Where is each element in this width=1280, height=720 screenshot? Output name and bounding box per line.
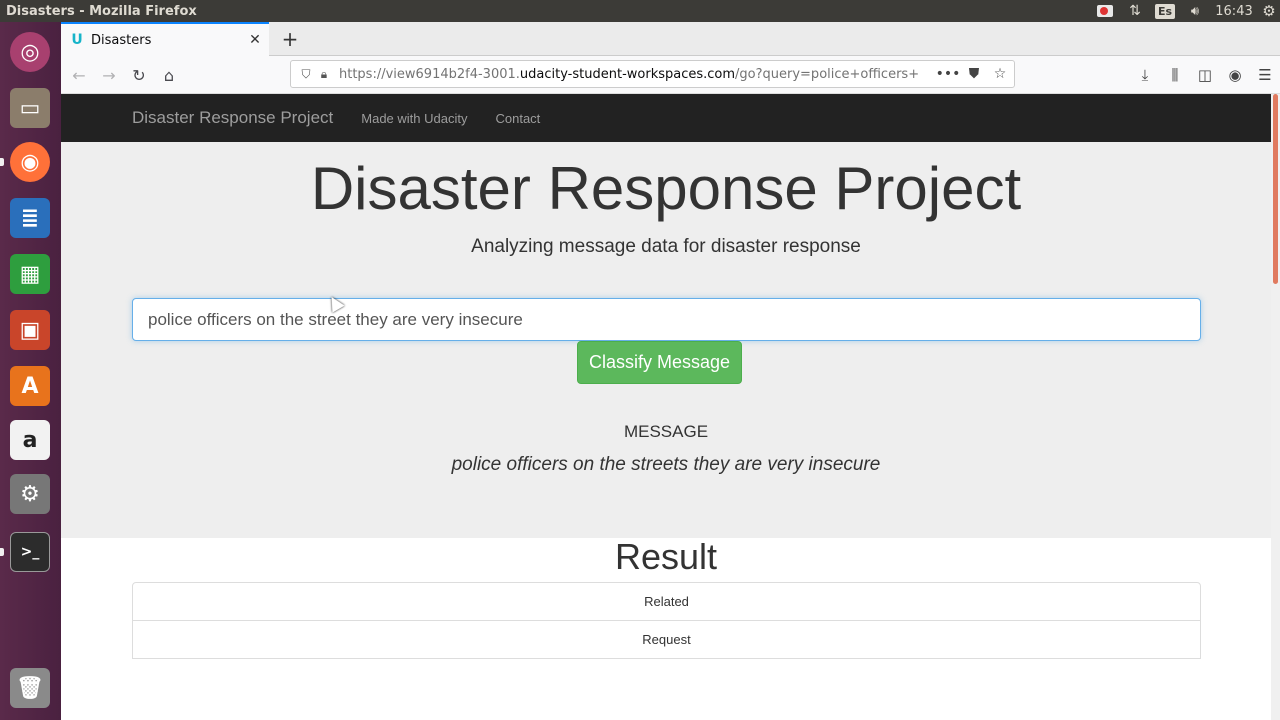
- close-tab-icon[interactable]: ✕: [247, 32, 263, 48]
- jumbotron: Disaster Response Project Analyzing mess…: [61, 142, 1271, 538]
- shield-icon[interactable]: ⛉: [297, 65, 315, 83]
- message-text: police officers on the streets they are …: [451, 454, 881, 475]
- libreoffice-calc-icon[interactable]: ▦: [6, 250, 54, 298]
- navigation-toolbar: ← → ↻ ⌂ ⛉ 🔒︎ https://view6914b2f4-3001.u…: [61, 56, 1280, 94]
- url-text[interactable]: https://view6914b2f4-3001.udacity-studen…: [339, 67, 919, 82]
- udacity-favicon-icon: U: [71, 32, 83, 48]
- firefox-icon[interactable]: ◉: [6, 138, 54, 186]
- ubuntu-dash-icon[interactable]: ◎: [6, 28, 54, 76]
- downloads-icon[interactable]: ⤓: [1130, 62, 1160, 88]
- classify-message-button[interactable]: Classify Message: [577, 341, 742, 384]
- clock[interactable]: 16:43: [1210, 0, 1258, 22]
- result-item-related: Related: [132, 582, 1201, 621]
- back-button[interactable]: ←: [65, 62, 93, 88]
- site-navbar: Disaster Response Project Made with Udac…: [61, 94, 1271, 142]
- system-settings-icon[interactable]: ⚙: [6, 470, 54, 518]
- tab-title: Disasters: [91, 32, 152, 48]
- new-tab-button[interactable]: +: [277, 26, 303, 52]
- tab-bar: U Disasters ✕ +: [61, 22, 1280, 56]
- page-subtitle: Analyzing message data for disaster resp…: [471, 236, 861, 257]
- sidebar-icon[interactable]: ◫: [1190, 62, 1220, 88]
- address-bar[interactable]: ⛉ 🔒︎ https://view6914b2f4-3001.udacity-s…: [290, 60, 1015, 88]
- bookmark-star-icon[interactable]: ☆: [990, 64, 1010, 84]
- system-menu-gear-icon[interactable]: ⚙: [1258, 0, 1280, 22]
- tab-disasters[interactable]: U Disasters ✕: [61, 22, 269, 56]
- account-icon[interactable]: ◉: [1220, 62, 1250, 88]
- nav-link-made-with-udacity[interactable]: Made with Udacity: [361, 111, 467, 126]
- library-icon[interactable]: ⫼: [1160, 62, 1190, 88]
- window-title: Disasters - Mozilla Firefox: [6, 3, 197, 19]
- result-item-request: Request: [132, 620, 1201, 659]
- scrollbar-thumb[interactable]: [1273, 94, 1278, 284]
- network-icon[interactable]: ⇅: [1120, 0, 1150, 22]
- message-label: MESSAGE: [623, 422, 709, 441]
- site-brand-link[interactable]: Disaster Response Project: [132, 108, 333, 128]
- message-query-input[interactable]: police officers on the street they are v…: [132, 298, 1201, 341]
- page-actions-icon[interactable]: •••: [936, 64, 961, 84]
- reload-button[interactable]: ↻: [125, 62, 153, 88]
- keyboard-layout-label: Es: [1154, 3, 1176, 19]
- system-indicators: ⇅ Es 🔊︎ 16:43 ⚙: [1090, 0, 1280, 22]
- home-button[interactable]: ⌂: [155, 62, 183, 88]
- libreoffice-impress-icon[interactable]: ▣: [6, 306, 54, 354]
- firefox-running-indicator: [0, 158, 4, 166]
- nav-link-contact[interactable]: Contact: [495, 111, 540, 126]
- url-suffix: /go?query=police+officers+: [735, 66, 919, 82]
- files-icon[interactable]: ▭: [6, 84, 54, 132]
- result-list: Related Request: [132, 582, 1201, 659]
- screen-recorder-icon[interactable]: [1090, 0, 1120, 22]
- terminal-running-indicator: [0, 548, 4, 556]
- web-page: Disaster Response Project Made with Udac…: [61, 94, 1271, 720]
- result-heading: Result: [614, 536, 718, 577]
- keyboard-layout-indicator[interactable]: Es: [1150, 0, 1180, 22]
- pocket-icon[interactable]: ⛊: [964, 64, 984, 84]
- volume-icon[interactable]: 🔊︎: [1180, 0, 1210, 22]
- libreoffice-writer-icon[interactable]: ≣: [6, 194, 54, 242]
- url-domain: udacity-student-workspaces.com: [519, 66, 736, 82]
- page-title: Disaster Response Project: [310, 155, 1022, 222]
- toolbar-right: ⤓ ⫼ ◫ ◉ ☰: [1130, 62, 1280, 88]
- trash-icon[interactable]: 🗑︎: [6, 664, 54, 712]
- address-bar-actions: ••• ⛊ ☆: [936, 64, 1010, 84]
- launcher: ◎ ▭ ◉ ≣ ▦ ▣ A a ⚙ >_ 🗑︎: [0, 22, 61, 720]
- ubuntu-software-icon[interactable]: A: [6, 362, 54, 410]
- forward-button[interactable]: →: [95, 62, 123, 88]
- os-top-panel: Disasters - Mozilla Firefox ⇅ Es 🔊︎ 16:4…: [0, 0, 1280, 22]
- firefox-window: U Disasters ✕ + ← → ↻ ⌂ ⛉ 🔒︎ https://vie…: [61, 22, 1280, 720]
- page-scrollbar[interactable]: [1271, 94, 1280, 720]
- url-prefix: https://view6914b2f4-3001.: [339, 66, 520, 82]
- menu-icon[interactable]: ☰: [1250, 62, 1280, 88]
- lock-icon[interactable]: 🔒︎: [315, 65, 333, 83]
- amazon-icon[interactable]: a: [6, 416, 54, 464]
- terminal-icon[interactable]: >_: [6, 528, 54, 576]
